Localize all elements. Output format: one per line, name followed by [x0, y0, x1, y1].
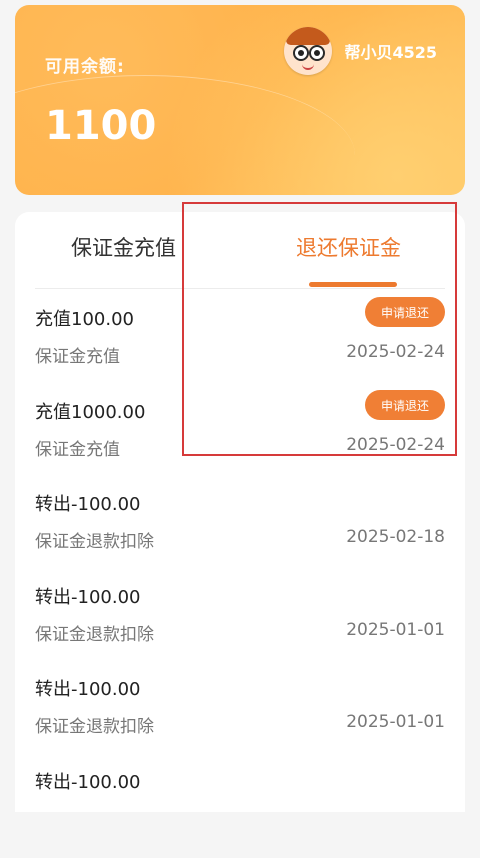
record-title: 转出-100.00: [35, 772, 141, 793]
record-row: 转出-100.00 保证金退款扣除 2025-02-18: [35, 490, 445, 580]
record-type: 保证金退款扣除: [35, 532, 154, 552]
avatar-hair: [286, 27, 331, 45]
record-row: 转出-100.00 保证金退款扣除 2025-01-01: [35, 675, 445, 765]
tab-refund[interactable]: 退还保证金: [296, 232, 401, 262]
avatar[interactable]: [284, 27, 333, 75]
record-type: 保证金充值: [35, 440, 120, 460]
record-type: 保证金退款扣除: [35, 625, 154, 645]
tab-deposit[interactable]: 保证金充值: [71, 232, 176, 262]
record-date: 2025-02-24: [346, 435, 445, 455]
apply-refund-button[interactable]: 申请退还: [365, 297, 445, 327]
record-row: 转出-100.00: [35, 768, 445, 858]
username: 帮小贝4525: [344, 43, 437, 62]
tab-bar: 保证金充值 退还保证金: [35, 212, 445, 289]
active-tab-indicator: [309, 282, 397, 287]
record-date: 2025-02-18: [346, 527, 445, 547]
balance-label: 可用余额:: [45, 57, 125, 77]
record-date: 2025-01-01: [346, 712, 445, 732]
record-row: 转出-100.00 保证金退款扣除 2025-01-01: [35, 583, 445, 673]
record-title: 转出-100.00: [35, 494, 141, 515]
avatar-eye-right: [309, 45, 326, 61]
records-panel: 保证金充值 退还保证金 充值100.00 保证金充值 2025-02-24 申请…: [15, 212, 465, 812]
record-title: 转出-100.00: [35, 587, 141, 608]
record-date: 2025-02-24: [346, 342, 445, 362]
balance-amount: 1100: [45, 103, 157, 149]
avatar-mouth: [302, 62, 315, 70]
record-title: 转出-100.00: [35, 679, 141, 700]
record-date: 2025-01-01: [346, 620, 445, 640]
record-type: 保证金充值: [35, 347, 120, 367]
record-title: 充值1000.00: [35, 402, 146, 423]
user-info[interactable]: 帮小贝4525: [284, 27, 437, 75]
record-row: 充值1000.00 保证金充值 2025-02-24 申请退还: [35, 390, 445, 488]
apply-refund-button[interactable]: 申请退还: [365, 390, 445, 420]
avatar-eye-left: [293, 45, 310, 61]
record-row: 充值100.00 保证金充值 2025-02-24 申请退还: [35, 297, 445, 395]
record-type: 保证金退款扣除: [35, 717, 154, 737]
balance-card: 可用余额: 1100 帮小贝4525: [15, 5, 465, 195]
record-title: 充值100.00: [35, 309, 134, 330]
